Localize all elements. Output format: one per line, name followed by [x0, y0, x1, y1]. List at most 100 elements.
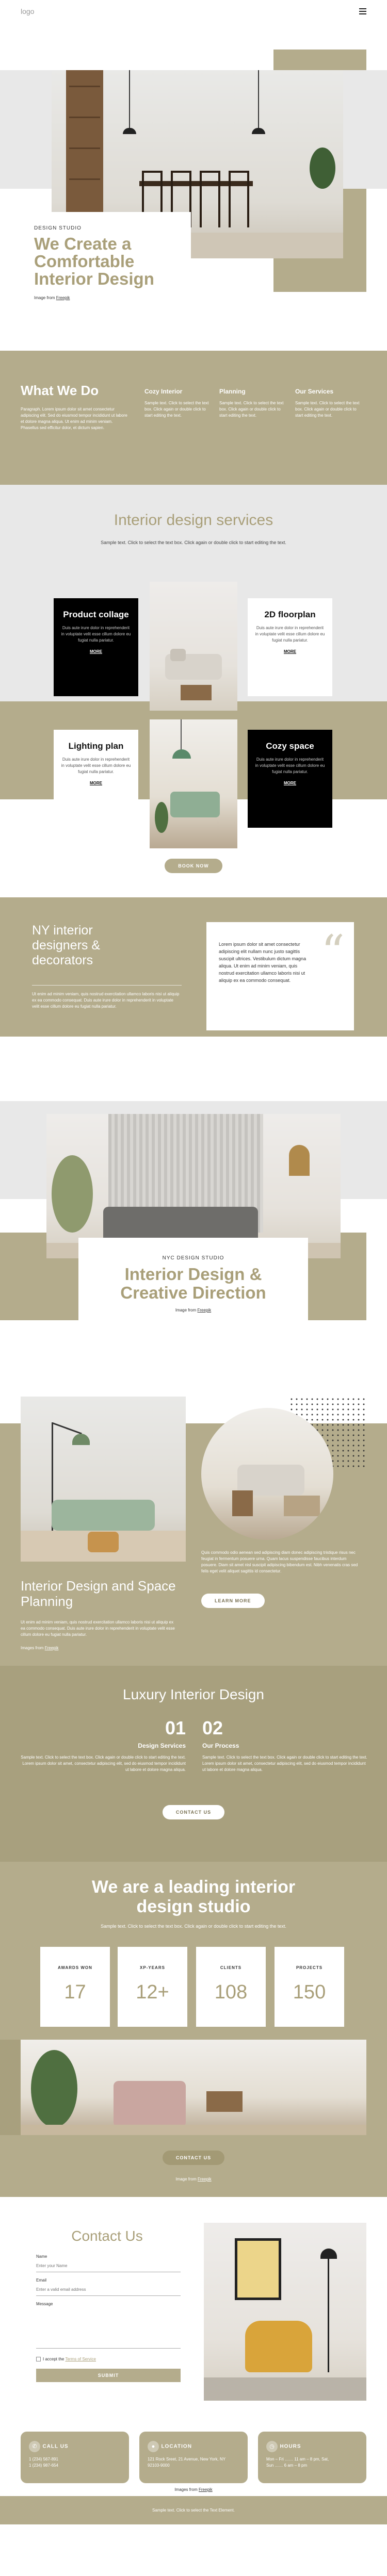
space-right-text: Quis commodo odio aenean sed adipiscing …	[201, 1550, 358, 1573]
quote-icon: “	[320, 925, 345, 979]
info-card-hours: ◷ HOURS Mon – Fri …… 11 am – 8 pm, Sat, …	[258, 2432, 366, 2483]
info-card-call: ✆ CALL US 1 (234) 567-891 1 (234) 987-65…	[21, 2432, 129, 2483]
services-image-sofa	[150, 582, 237, 711]
contact-us-button[interactable]: CONTACT US	[162, 1805, 225, 1819]
site-header: logo	[0, 0, 387, 29]
learn-more-button[interactable]: LEARN MORE	[201, 1594, 265, 1608]
what-we-do-col-3: Our Services Sample text. Click to selec…	[295, 388, 360, 418]
services-title: Interior design services	[114, 512, 273, 529]
services-section: Interior design services Sample text. Cl…	[0, 485, 387, 897]
service-card-product-collage[interactable]: Product collage Duis aute irure dolor in…	[54, 598, 138, 696]
terms-row: I accept the Terms of Service	[36, 2356, 181, 2362]
luxury-button-wrap: CONTACT US	[0, 1805, 387, 1819]
what-we-do-title: What We Do	[21, 383, 99, 398]
message-field[interactable]	[36, 2307, 181, 2349]
contact-us-button[interactable]: CONTACT US	[162, 2151, 225, 2165]
leading-section: We are a leading interior design studio …	[0, 1862, 387, 2218]
ny-text: Ut enim ad minim veniam, quis nostrud ex…	[32, 992, 180, 1009]
stat-card-xp-years: XP-YEARS 12+	[118, 1947, 187, 2027]
leading-olive-stripe	[0, 2040, 21, 2135]
space-round-image	[201, 1408, 333, 1540]
freepik-link[interactable]: Freepik	[56, 296, 70, 300]
hero-label: DESIGN STUDIO	[34, 225, 82, 231]
email-label: Email	[36, 2278, 47, 2283]
name-label: Name	[36, 2254, 47, 2259]
space-title: Interior Design and Space Planning	[21, 1578, 176, 1609]
service-card-lighting-plan[interactable]: Lighting plan Duis aute irure dolor in r…	[54, 730, 138, 828]
creative-image	[46, 1114, 341, 1258]
hero-section: DESIGN STUDIO We Create a Comfortable In…	[0, 29, 387, 351]
lamp	[289, 1145, 310, 1176]
freepik-link[interactable]: Freepik	[198, 1308, 212, 1312]
freepik-link[interactable]: Freepik	[199, 2487, 213, 2492]
leading-white-bottom	[0, 2197, 387, 2218]
creative-section: NYC DESIGN STUDIO Interior Design & Crea…	[0, 1062, 387, 1372]
what-we-do-col-2: Planning Sample text. Click to select th…	[219, 388, 284, 418]
green-sofa	[52, 1500, 155, 1531]
luxury-title: Luxury Interior Design	[123, 1686, 264, 1702]
space-text: Ut enim ad minim veniam, quis nostrud ex…	[21, 1620, 175, 1637]
stat-card-projects: PROJECTS 150	[275, 1947, 344, 2027]
leading-text: Sample text. Click to select the text bo…	[101, 1924, 286, 1929]
creative-card: NYC DESIGN STUDIO Interior Design & Crea…	[78, 1238, 308, 1320]
info-section: ✆ CALL US 1 (234) 567-891 1 (234) 987-65…	[0, 2429, 387, 2496]
name-field[interactable]	[36, 2260, 181, 2272]
leading-title: We are a leading interior design studio	[91, 1877, 296, 1916]
footer: Sample text. Click to select the Text El…	[0, 2496, 387, 2524]
freepik-link[interactable]: Freepik	[45, 1646, 59, 1650]
floor-lamp	[328, 2254, 329, 2372]
space-credit: Images from Freepik	[21, 1646, 59, 1650]
location-pin-icon: ●	[148, 2441, 159, 2452]
terms-link[interactable]: Terms of Service	[65, 2357, 96, 2361]
ny-title: NY interior designers & decorators	[32, 923, 101, 967]
hero-card: DESIGN STUDIO We Create a Comfortable In…	[21, 212, 191, 320]
hero-title: We Create a Comfortable Interior Design	[34, 234, 154, 288]
services-button-wrap: BOOK NOW	[0, 859, 387, 873]
info-credit: Images from Freepik	[174, 2487, 213, 2492]
contact-section: Contact Us Name Email Message I accept t…	[0, 2218, 387, 2429]
clock-icon: ◷	[266, 2441, 278, 2452]
hamburger-icon[interactable]	[359, 8, 366, 14]
quote-card: “ Lorem ipsum dolor sit amet consectetur…	[206, 922, 354, 1030]
ny-section: NY interior designers & decorators Ut en…	[0, 897, 387, 1062]
ny-divider	[32, 985, 182, 986]
luxury-item-2: 02 Our Process Sample text. Click to sel…	[202, 1717, 367, 1772]
creative-label: NYC DESIGN STUDIO	[162, 1255, 224, 1261]
stat-card-clients: CLIENTS 108	[196, 1947, 266, 2027]
more-link[interactable]: MORE	[255, 780, 325, 786]
phone-icon: ✆	[29, 2441, 40, 2452]
creative-title: Interior Design & Creative Direction	[120, 1265, 266, 1302]
space-section: Interior Design and Space Planning Ut en…	[0, 1372, 387, 1666]
yellow-armchair	[245, 2321, 312, 2372]
more-link[interactable]: MORE	[61, 649, 131, 655]
leading-credit: Image from Freepik	[175, 2177, 212, 2181]
logo[interactable]: logo	[21, 7, 34, 15]
luxury-item-1: 01 Design Services Sample text. Click to…	[21, 1717, 186, 1772]
space-image	[21, 1397, 186, 1562]
more-link[interactable]: MORE	[255, 649, 325, 655]
what-we-do-text: Paragraph. Lorem ipsum dolor sit amet co…	[21, 407, 127, 430]
submit-button[interactable]: SUBMIT	[36, 2369, 181, 2382]
quote-text: Lorem ipsum dolor sit amet consectetur a…	[219, 942, 307, 983]
contact-image	[204, 2223, 366, 2401]
service-card-cozy-space[interactable]: Cozy space Duis aute irure dolor in repr…	[248, 730, 332, 828]
luxury-section: Luxury Interior Design 01 Design Service…	[0, 1666, 387, 1862]
more-link[interactable]: MORE	[61, 780, 131, 786]
leading-image	[21, 2040, 366, 2135]
pendant-lamp-icon	[129, 70, 130, 129]
hero-credit: Image from Freepik	[34, 296, 70, 300]
framed-art	[235, 2238, 281, 2300]
services-image-lamp	[150, 719, 237, 848]
book-now-button[interactable]: BOOK NOW	[165, 859, 222, 873]
leading-button-wrap: CONTACT US	[0, 2151, 387, 2165]
info-card-location: ● LOCATION 121 Rock Sreet, 21 Avenue, Ne…	[139, 2432, 248, 2483]
freepik-link[interactable]: Freepik	[198, 2177, 212, 2181]
creative-credit: Image from Freepik	[175, 1308, 212, 1312]
email-field[interactable]	[36, 2284, 181, 2296]
tree	[52, 1155, 93, 1233]
stat-card-awards: AWARDS WON 17	[40, 1947, 110, 2027]
plant	[310, 147, 335, 189]
message-label: Message	[36, 2302, 53, 2306]
service-card-2d-floorplan[interactable]: 2D floorplan Duis aute irure dolor in re…	[248, 598, 332, 696]
terms-checkbox[interactable]	[36, 2357, 41, 2362]
